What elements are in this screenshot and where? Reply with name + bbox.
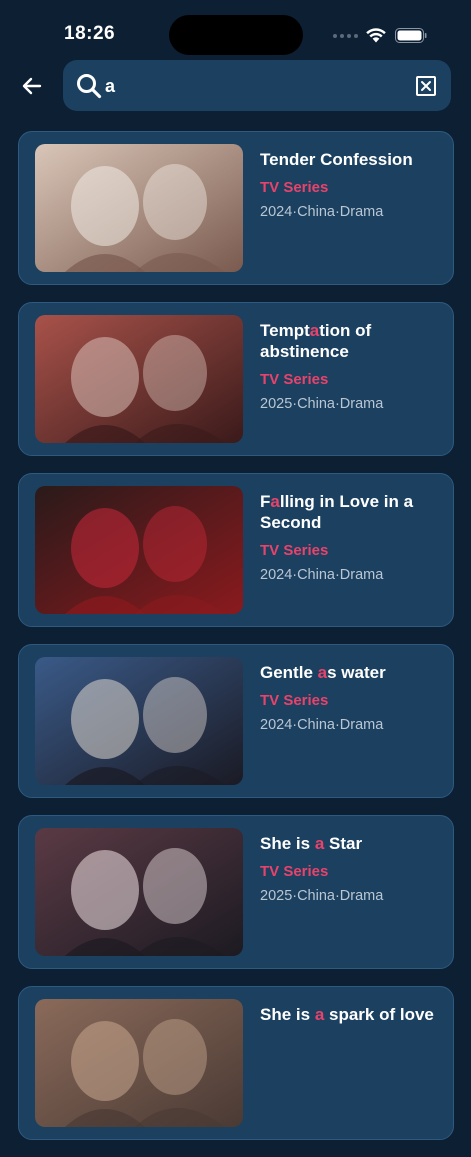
match-highlight: a xyxy=(314,834,325,853)
result-title: She is a Star xyxy=(260,834,363,853)
results-list: Tender Confession TV Series 2024·China·D… xyxy=(18,131,454,1157)
result-title: Temptation of abstinence xyxy=(260,321,372,361)
result-category: TV Series xyxy=(260,863,329,880)
poster-thumbnail xyxy=(35,144,243,272)
result-meta: 2024·China·Drama xyxy=(260,567,384,583)
result-category: TV Series xyxy=(260,371,329,388)
result-info: Gentle as water TV Series 2024·China·Dra… xyxy=(260,662,445,733)
result-info: Temptation of abstinence TV Series 2025·… xyxy=(260,320,445,412)
search-icon xyxy=(77,74,102,99)
search-row xyxy=(0,60,471,112)
match-highlight: a xyxy=(314,1005,325,1024)
result-card[interactable]: Tender Confession TV Series 2024·China·D… xyxy=(18,131,454,285)
search-box[interactable] xyxy=(63,60,451,111)
result-info: Falling in Love in a Second TV Series 20… xyxy=(260,491,445,583)
search-input[interactable] xyxy=(105,72,405,100)
poster-thumbnail xyxy=(35,828,243,956)
back-button[interactable] xyxy=(16,70,48,102)
result-title: She is a spark of love xyxy=(260,1005,434,1024)
clear-search-button[interactable] xyxy=(416,76,436,96)
poster-thumbnail xyxy=(35,657,243,785)
result-card[interactable]: She is a spark of love xyxy=(18,986,454,1140)
status-icons xyxy=(333,26,433,44)
result-title: Falling in Love in a Second xyxy=(260,492,414,532)
poster-thumbnail xyxy=(35,315,243,443)
result-meta: 2025·China·Drama xyxy=(260,396,384,412)
match-highlight: a xyxy=(317,663,328,682)
result-meta: 2025·China·Drama xyxy=(260,888,384,904)
result-card[interactable]: Gentle as water TV Series 2024·China·Dra… xyxy=(18,644,454,798)
result-category: TV Series xyxy=(260,692,329,709)
result-category: TV Series xyxy=(260,542,329,559)
cellular-signal-icon xyxy=(333,34,358,38)
arrow-left-icon xyxy=(22,77,42,95)
poster-thumbnail xyxy=(35,486,243,614)
result-info: She is a spark of love xyxy=(260,1004,445,1034)
result-info: She is a Star TV Series 2025·China·Drama xyxy=(260,833,445,904)
wifi-icon xyxy=(366,28,386,43)
result-title: Tender Confession xyxy=(260,150,413,169)
result-info: Tender Confession TV Series 2024·China·D… xyxy=(260,149,445,220)
match-highlight: a xyxy=(270,492,280,511)
result-card[interactable]: She is a Star TV Series 2025·China·Drama xyxy=(18,815,454,969)
result-card[interactable]: Temptation of abstinence TV Series 2025·… xyxy=(18,302,454,456)
battery-icon xyxy=(395,28,427,43)
result-meta: 2024·China·Drama xyxy=(260,204,384,220)
result-meta: 2024·China·Drama xyxy=(260,717,384,733)
result-category: TV Series xyxy=(260,179,329,196)
dynamic-island xyxy=(169,15,303,55)
close-icon xyxy=(421,81,431,91)
result-title: Gentle as water xyxy=(260,663,386,682)
status-bar: 18:26 xyxy=(0,0,471,62)
result-card[interactable]: Falling in Love in a Second TV Series 20… xyxy=(18,473,454,627)
match-highlight: a xyxy=(309,321,320,340)
poster-thumbnail xyxy=(35,999,243,1127)
status-time: 18:26 xyxy=(64,23,116,44)
